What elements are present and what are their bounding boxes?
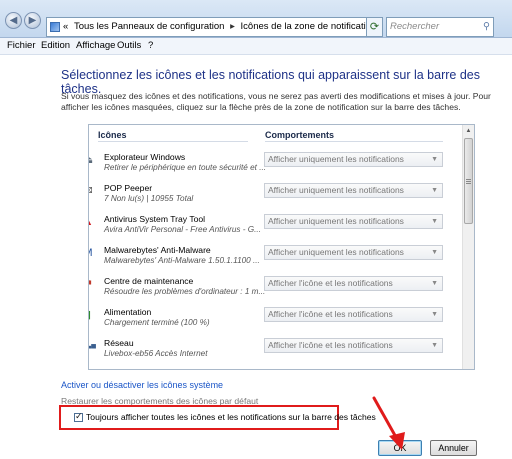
chevron-down-icon: ▼ [431, 249, 438, 256]
list-item: M Malwarebytes' Anti-MalwareMalwarebytes'… [89, 242, 463, 274]
behavior-value: Afficher uniquement les notifications [268, 247, 404, 257]
behavior-dropdown[interactable]: Afficher uniquement les notifications ▼ [264, 183, 443, 198]
chevron-down-icon: ▼ [431, 156, 438, 163]
list-scrollbar[interactable]: ▲ [462, 125, 474, 369]
breadcrumb-control-panel[interactable]: Tous les Panneaux de configuration [71, 21, 225, 32]
search-placeholder: Rechercher [390, 21, 440, 32]
menu-help[interactable]: ? [148, 38, 153, 54]
row-name: Volume [104, 369, 133, 370]
back-arrow-icon: ◀ [9, 15, 18, 26]
menu-bar: Fichier Edition Affichage Outils ? [0, 38, 512, 55]
network-signal-icon: ▁▃▅ [89, 343, 96, 349]
row-name: Réseau [104, 338, 134, 348]
row-name: Antivirus System Tray Tool [104, 214, 206, 224]
list-item: ⚑ Centre de maintenanceRésoudre les probl… [89, 273, 463, 305]
scrollbar-thumb[interactable] [464, 138, 473, 224]
list-item: ◀Volume [89, 366, 463, 370]
address-bar-area: ◀ ▶ « Tous les Panneaux de configuration… [0, 0, 512, 38]
column-header-icons: Icônes [98, 130, 127, 140]
behavior-value: Afficher l'icône et les notifications [268, 340, 393, 350]
always-show-checkbox[interactable]: ✓ [74, 411, 83, 422]
always-show-label[interactable]: Toujours afficher toutes les icônes et l… [86, 412, 376, 422]
chevron-down-icon: ▼ [431, 311, 438, 318]
behavior-value: Afficher uniquement les notifications [268, 216, 404, 226]
system-icons-link[interactable]: Activer ou désactiver les icônes système [61, 380, 223, 390]
row-description: Résoudre les problèmes d'ordinateur : 1 … [104, 287, 266, 296]
search-input[interactable]: Rechercher ⚲ [386, 17, 494, 37]
refresh-icon: ⟳ [369, 21, 380, 33]
address-prefix: « [63, 21, 69, 32]
forward-arrow-icon: ▶ [28, 15, 37, 26]
checkmark-icon: ✓ [75, 411, 83, 421]
intro-text: Si vous masquez des icônes et des notifi… [61, 91, 491, 112]
row-name: Alimentation [104, 307, 152, 317]
row-name: Centre de maintenance [104, 276, 194, 286]
scroll-up-icon[interactable]: ▲ [463, 125, 474, 137]
breadcrumb-separator: ▸ [230, 21, 235, 32]
chevron-down-icon: ▼ [431, 187, 438, 194]
menu-affichage[interactable]: Affichage [76, 38, 115, 54]
behavior-dropdown[interactable]: Afficher l'icône et les notifications ▼ [264, 338, 443, 353]
list-item: ⏏ Explorateur WindowsRetirer le périphéri… [89, 149, 463, 181]
arrow-shaft [372, 396, 399, 441]
row-description: Livebox-eb56 Accès Internet [104, 349, 208, 358]
column-divider [265, 141, 443, 142]
column-header-behaviors: Comportements [265, 130, 335, 140]
notification-icons-list: Icônes Comportements ⏏ Explorateur Window… [88, 124, 475, 370]
usb-icon: ⏏ [89, 154, 94, 166]
row-name: Explorateur Windows [104, 152, 186, 162]
search-icon[interactable]: ⚲ [483, 18, 490, 36]
behavior-dropdown[interactable]: Afficher uniquement les notifications ▼ [264, 214, 443, 229]
list-item: ✉ POP Peeper7 Non lu(s) | 10955 Total Affi… [89, 180, 463, 212]
menu-outils[interactable]: Outils [117, 38, 141, 54]
row-name: Malwarebytes' Anti-Malware [104, 245, 211, 255]
row-name: POP Peeper [104, 183, 153, 193]
malwarebytes-icon: M [89, 247, 94, 259]
behavior-dropdown[interactable]: Afficher uniquement les notifications ▼ [264, 152, 443, 167]
menu-edition[interactable]: Edition [41, 38, 70, 54]
chevron-down-icon: ▼ [431, 280, 438, 287]
column-divider [98, 141, 248, 142]
cancel-button[interactable]: Annuler [430, 440, 477, 456]
battery-icon: ▮ [89, 309, 94, 321]
forward-button[interactable]: ▶ [24, 12, 41, 29]
control-panel-icon [50, 22, 60, 32]
ok-button[interactable]: OK [378, 440, 422, 456]
behavior-value: Afficher l'icône et les notifications [268, 309, 393, 319]
behavior-value: Afficher uniquement les notifications [268, 154, 404, 164]
row-description: 7 Non lu(s) | 10955 Total [104, 194, 194, 203]
list-item: ▲ Antivirus System Tray ToolAvira AntiVir… [89, 211, 463, 243]
grip-icon [466, 179, 471, 180]
list-item: ▁▃▅ RéseauLivebox-eb56 Accès Internet Affi… [89, 335, 463, 367]
menu-fichier[interactable]: Fichier [7, 38, 36, 54]
back-button[interactable]: ◀ [5, 12, 22, 29]
behavior-dropdown[interactable]: Afficher l'icône et les notifications ▼ [264, 276, 443, 291]
refresh-button[interactable]: ⟳ [366, 17, 383, 37]
address-bar[interactable]: « Tous les Panneaux de configuration ▸ I… [46, 17, 378, 37]
behavior-dropdown[interactable]: Afficher l'icône et les notifications ▼ [264, 307, 443, 322]
chevron-down-icon: ▼ [431, 342, 438, 349]
chevron-down-icon: ▼ [431, 218, 438, 225]
row-description: Avira AntiVir Personal - Free Antivirus … [104, 225, 261, 234]
row-description: Malwarebytes' Anti-Malware 1.50.1.1100 .… [104, 256, 260, 265]
row-description: Chargement terminé (100 %) [104, 318, 210, 327]
behavior-value: Afficher uniquement les notifications [268, 185, 404, 195]
flag-icon: ⚑ [89, 278, 94, 290]
mail-icon: ✉ [89, 185, 94, 197]
breadcrumb-notification-icons[interactable]: Icônes de la zone de notification [241, 21, 377, 32]
list-item: ▮ AlimentationChargement terminé (100 %) A… [89, 304, 463, 336]
behavior-dropdown[interactable]: Afficher uniquement les notifications ▼ [264, 245, 443, 260]
row-description: Retirer le périphérique en toute sécurit… [104, 163, 267, 172]
avira-icon: ▲ [89, 216, 94, 228]
behavior-value: Afficher l'icône et les notifications [268, 278, 393, 288]
